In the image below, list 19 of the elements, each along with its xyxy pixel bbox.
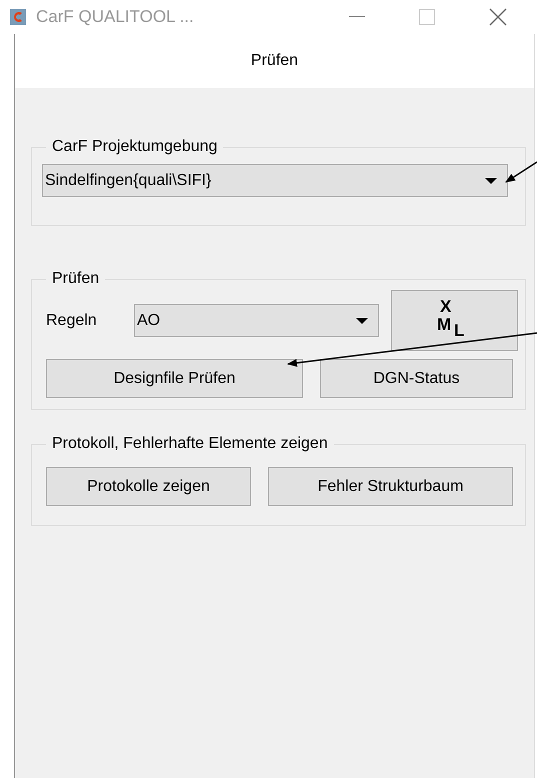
dropdown-arrow-icon <box>485 178 497 184</box>
panel-title: Prüfen <box>250 52 298 70</box>
group-title: Prüfen <box>51 270 100 288</box>
rules-label: Regeln <box>46 312 98 330</box>
close-icon[interactable] <box>489 8 507 26</box>
dropdown-arrow-icon <box>356 318 368 324</box>
environment-dropdown[interactable]: Sindelfingen{quali\SIFI} <box>42 164 508 197</box>
window-title: CarF QUALITOOL ... <box>36 7 194 27</box>
error-tree-button[interactable]: Fehler Strukturbaum <box>268 467 513 506</box>
group-title: CarF Projektumgebung <box>51 138 218 156</box>
dgn-status-button[interactable]: DGN-Status <box>320 359 513 398</box>
rules-dropdown[interactable]: AO <box>134 304 379 337</box>
group-title: Protokoll, Fehlerhafte Elemente zeigen <box>51 435 329 453</box>
designfile-check-button[interactable]: Designfile Prüfen <box>46 359 303 398</box>
minimize-icon[interactable] <box>349 16 365 18</box>
app-logo-icon <box>10 9 26 25</box>
annotation-arrow <box>505 161 537 183</box>
xml-button[interactable]: X M L <box>391 290 518 351</box>
show-protocols-button[interactable]: Protokolle zeigen <box>46 467 251 506</box>
